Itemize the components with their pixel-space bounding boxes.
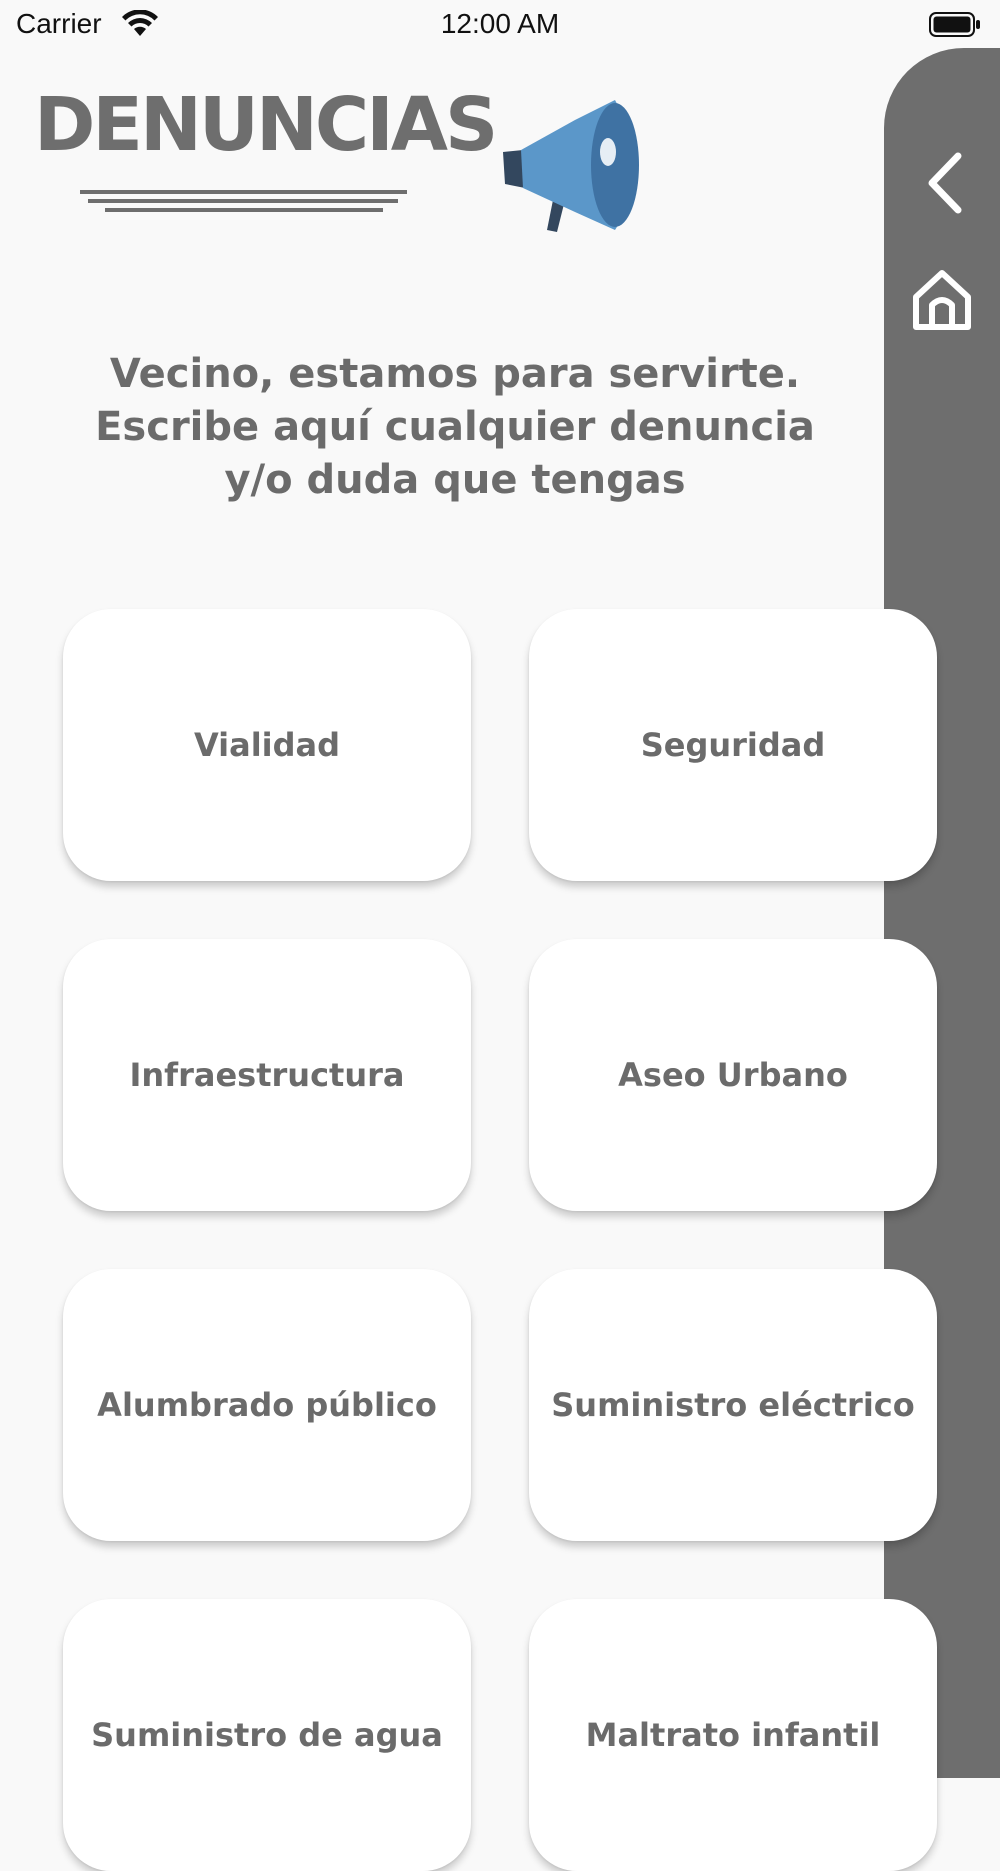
clock: 12:00 AM xyxy=(440,8,560,39)
back-button[interactable] xyxy=(920,150,970,216)
category-label: Suministro de agua xyxy=(91,1716,443,1754)
category-card-seguridad[interactable]: Seguridad xyxy=(529,609,937,881)
category-card-maltrato-infantil[interactable]: Maltrato infantil xyxy=(529,1599,937,1871)
intro-text: Vecino, estamos para servirte. Escribe a… xyxy=(95,351,815,503)
category-label: Infraestructura xyxy=(129,1056,405,1094)
category-label: Vialidad xyxy=(193,726,341,764)
category-label: Alumbrado público xyxy=(97,1386,437,1424)
category-card-infraestructura[interactable]: Infraestructura xyxy=(63,939,471,1211)
category-card-suministro-agua[interactable]: Suministro de agua xyxy=(63,1599,471,1871)
title-underline xyxy=(80,190,407,212)
status-bar: Carrier 12:00 AM xyxy=(0,0,1000,50)
category-label: Aseo Urbano xyxy=(618,1056,848,1094)
category-label: Suministro eléctrico xyxy=(551,1386,915,1424)
category-label: Maltrato infantil xyxy=(585,1716,881,1754)
home-button[interactable] xyxy=(910,265,974,333)
category-card-aseo-urbano[interactable]: Aseo Urbano xyxy=(529,939,937,1211)
category-card-alumbrado-publico[interactable]: Alumbrado público xyxy=(63,1269,471,1541)
battery-icon xyxy=(929,12,980,37)
category-label: Seguridad xyxy=(640,726,826,764)
megaphone-icon xyxy=(503,100,639,232)
category-card-vialidad[interactable]: Vialidad xyxy=(63,609,471,881)
page-title: DENUNCIAS xyxy=(34,82,498,168)
category-card-suministro-electrico[interactable]: Suministro eléctrico xyxy=(529,1269,937,1541)
